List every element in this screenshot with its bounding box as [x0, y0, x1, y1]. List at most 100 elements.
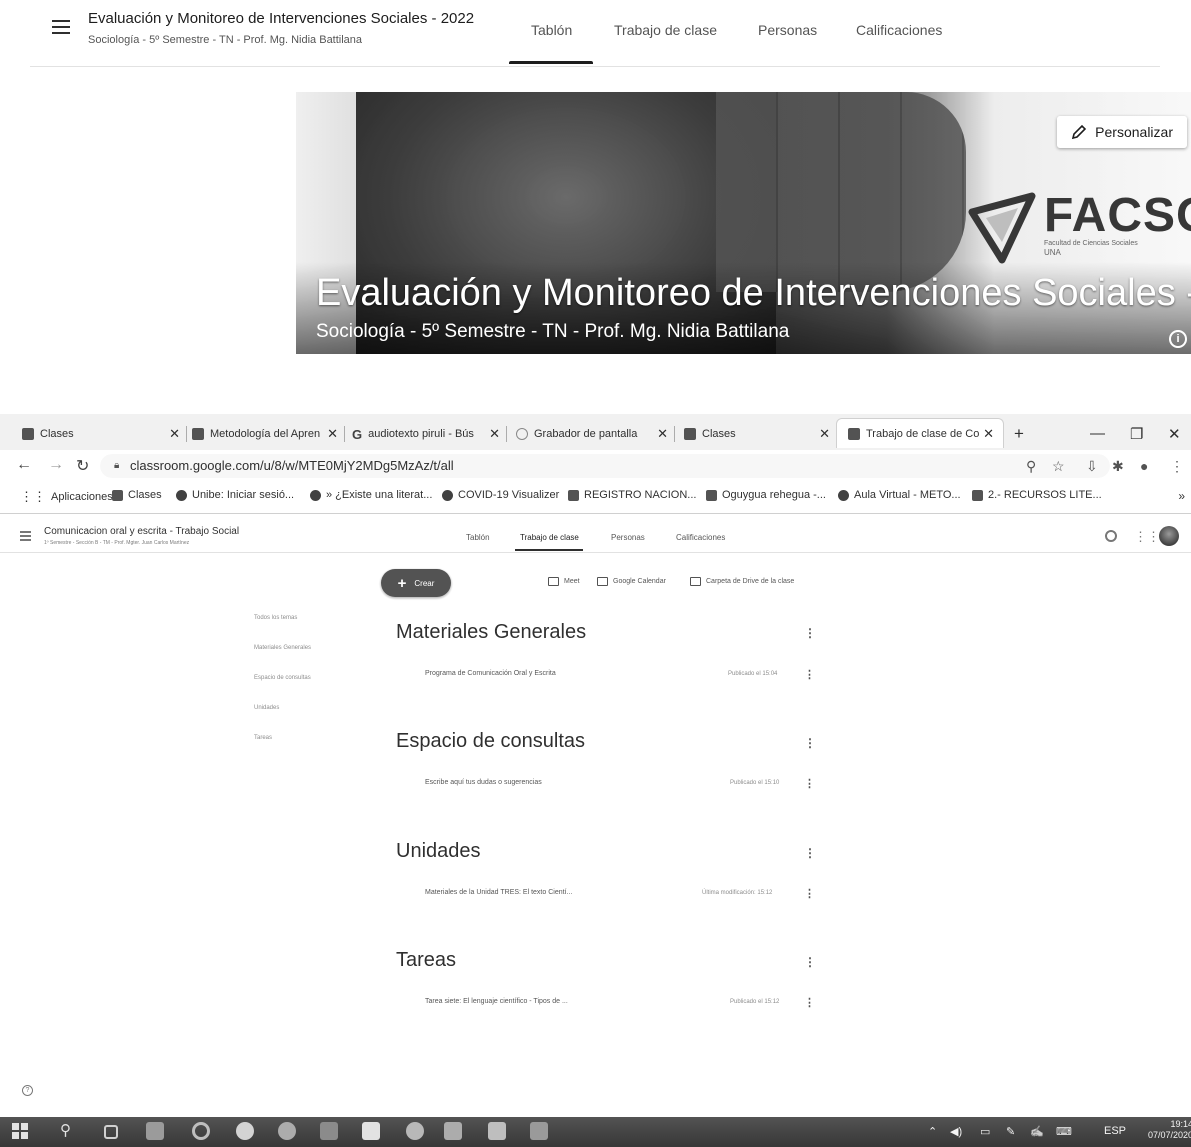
close-icon[interactable]: ✕ [819, 426, 830, 442]
tab-personas[interactable]: Personas [758, 22, 817, 38]
star-icon[interactable]: ☆ [1052, 458, 1065, 475]
more-options-icon[interactable]: ⋮ [804, 736, 816, 750]
browser-menu-icon[interactable]: ⋮ [1170, 458, 1184, 475]
tray-chevron-icon[interactable]: ⌃ [928, 1125, 937, 1138]
bookmark-aula-virtual[interactable]: Aula Virtual - METO... [838, 489, 961, 501]
word-icon[interactable] [488, 1122, 506, 1140]
clock[interactable]: 19:14 07/07/2020 [1148, 1119, 1191, 1141]
inner-class-title[interactable]: Comunicacion oral y escrita - Trabajo So… [44, 526, 239, 537]
close-icon[interactable]: ✕ [657, 426, 668, 442]
create-button[interactable]: + Crear [381, 569, 451, 597]
more-options-icon[interactable]: ⋮ [804, 668, 815, 681]
extension-icon[interactable]: ⇩ [1086, 458, 1098, 475]
app-icon[interactable] [320, 1122, 338, 1140]
browser-tab-audiotexto[interactable]: G audiotexto piruli - Bús ✕ [352, 422, 500, 446]
back-button[interactable]: ← [16, 456, 32, 474]
topic-heading[interactable]: Espacio de consultas [396, 730, 585, 753]
puzzle-icon[interactable]: ✱ [1112, 458, 1124, 475]
close-icon[interactable]: ✕ [489, 426, 500, 442]
topic-heading[interactable]: Unidades [396, 840, 481, 863]
browser-tab-label: Trabajo de clase de Co [866, 428, 980, 440]
tray-app-icon[interactable]: ✎ [1006, 1125, 1015, 1138]
more-options-icon[interactable]: ⋮ [804, 887, 815, 900]
bookmark-existe[interactable]: » ¿Existe una literat... [310, 489, 432, 501]
tray-app-icon[interactable]: ✍ [1030, 1125, 1044, 1138]
topic-heading[interactable]: Tareas [396, 949, 456, 972]
bookmark-recursos[interactable]: 2.- RECURSOS LITE... [972, 489, 1102, 501]
app-icon[interactable] [530, 1122, 548, 1140]
side-topic-all[interactable]: Todos los temas [254, 615, 297, 621]
edge-icon[interactable] [192, 1122, 210, 1140]
search-icon[interactable]: ⚲ [60, 1121, 71, 1139]
info-icon[interactable]: i [1169, 330, 1187, 348]
list-item-title[interactable]: Materiales de la Unidad TRES: El texto C… [425, 889, 572, 896]
more-options-icon[interactable]: ⋮ [804, 996, 815, 1009]
windows-start-icon[interactable] [12, 1123, 28, 1139]
browser-tab-grabador[interactable]: Grabador de pantalla ✕ [516, 422, 668, 446]
window-close-button[interactable]: ✕ [1168, 425, 1181, 443]
settings-icon[interactable] [1105, 530, 1117, 542]
globe-icon [442, 489, 453, 501]
task-view-icon[interactable] [104, 1125, 118, 1139]
list-item-title[interactable]: Escribe aquí tus dudas o sugerencias [425, 779, 542, 786]
inner-tab-trabajo-de-clase[interactable]: Trabajo de clase [520, 533, 579, 542]
meet-link[interactable]: Meet [548, 577, 580, 586]
inner-tab-calificaciones[interactable]: Calificaciones [676, 533, 725, 542]
bookmark-unibe[interactable]: Unibe: Iniciar sesió... [176, 489, 294, 501]
list-item-title[interactable]: Programa de Comunicación Oral y Escrita [425, 670, 556, 677]
profile-icon[interactable]: ● [1140, 458, 1148, 474]
topic-heading[interactable]: Materiales Generales [396, 621, 586, 644]
app-icon[interactable] [406, 1122, 424, 1140]
more-options-icon[interactable]: ⋮ [804, 777, 815, 790]
network-icon[interactable]: ▭ [980, 1125, 990, 1138]
file-explorer-icon[interactable] [146, 1122, 164, 1140]
bookmarks-more-button[interactable]: » [1178, 489, 1185, 503]
avatar[interactable] [1159, 526, 1179, 546]
zoom-icon[interactable]: ⚲ [1026, 458, 1036, 475]
menu-icon[interactable] [52, 20, 70, 34]
list-item-title[interactable]: Tarea siete: El lenguaje científico - Ti… [425, 998, 568, 1005]
more-options-icon[interactable]: ⋮ [804, 626, 816, 640]
more-options-icon[interactable]: ⋮ [804, 846, 816, 860]
side-topic-consultas[interactable]: Espacio de consultas [254, 675, 311, 681]
volume-icon[interactable]: ◀) [950, 1125, 962, 1138]
more-options-icon[interactable]: ⋮ [804, 955, 816, 969]
side-topic-tareas[interactable]: Tareas [254, 735, 272, 741]
restore-button[interactable]: ❐ [1130, 425, 1143, 443]
customize-button[interactable]: Personalizar [1057, 116, 1187, 148]
language-indicator[interactable]: ESP [1104, 1125, 1126, 1137]
keyboard-icon[interactable]: ⌨ [1056, 1125, 1072, 1138]
close-icon[interactable]: ✕ [169, 426, 180, 442]
powerpoint-icon[interactable] [444, 1122, 462, 1140]
browser-tab-trabajo-de-clase[interactable]: Trabajo de clase de Co ✕ [848, 422, 994, 446]
browser-tab-clases[interactable]: Clases ✕ [22, 422, 180, 446]
reload-button[interactable]: ↻ [76, 456, 89, 476]
calculator-icon[interactable] [362, 1122, 380, 1140]
inner-menu-icon[interactable] [20, 531, 31, 541]
bookmark-oguygua[interactable]: Oguygua rehegua -... [706, 489, 826, 501]
close-icon[interactable]: ✕ [983, 426, 994, 442]
tab-calificaciones[interactable]: Calificaciones [856, 22, 942, 38]
browser-tab-clases-2[interactable]: Clases ✕ [684, 422, 830, 446]
inner-tab-personas[interactable]: Personas [611, 533, 645, 542]
tab-trabajo-de-clase[interactable]: Trabajo de clase [614, 22, 717, 38]
bookmark-covid[interactable]: COVID-19 Visualizer [442, 489, 559, 501]
app-icon[interactable] [278, 1122, 296, 1140]
bookmark-aplicaciones[interactable]: ⋮⋮ Aplicaciones [20, 489, 113, 505]
close-icon[interactable]: ✕ [327, 426, 338, 442]
side-topic-materiales[interactable]: Materiales Generales [254, 645, 311, 651]
side-topic-unidades[interactable]: Unidades [254, 705, 279, 711]
inner-tab-tablon[interactable]: Tablón [466, 533, 490, 542]
forward-button[interactable]: → [48, 456, 64, 474]
tab-tablon[interactable]: Tablón [531, 22, 572, 38]
google-calendar-link[interactable]: Google Calendar [597, 577, 666, 586]
bookmark-registro[interactable]: REGISTRO NACION... [568, 489, 696, 501]
minimize-button[interactable]: — [1090, 425, 1105, 442]
chrome-icon[interactable] [236, 1122, 254, 1140]
help-icon[interactable]: ? [22, 1085, 33, 1096]
browser-tab-metodologia[interactable]: Metodología del Apren ✕ [192, 422, 338, 446]
bookmark-clases[interactable]: Clases [112, 489, 162, 501]
url-text[interactable]: classroom.google.com/u/8/w/MTE0MjY2MDg5M… [130, 458, 454, 473]
drive-folder-link[interactable]: Carpeta de Drive de la clase [690, 577, 794, 586]
new-tab-button[interactable]: + [1014, 424, 1024, 444]
